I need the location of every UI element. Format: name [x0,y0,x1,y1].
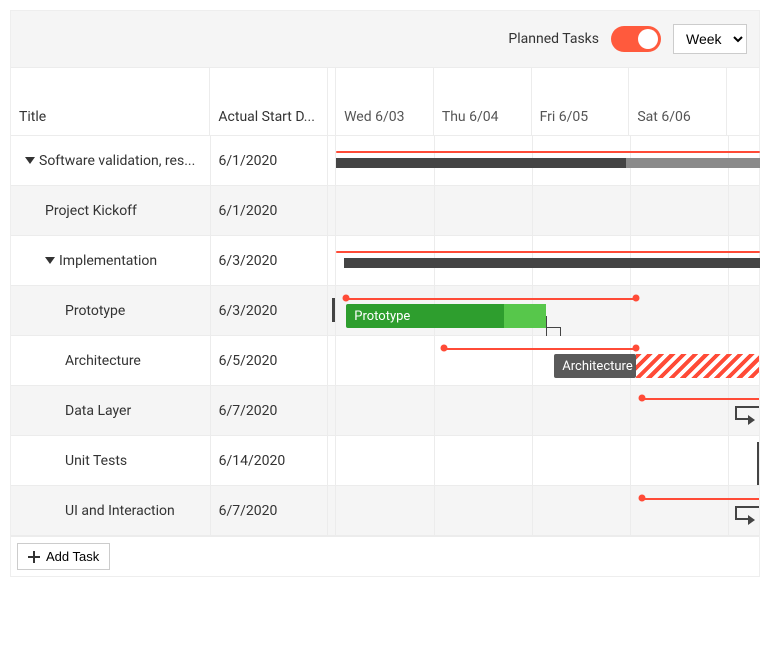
planned-tasks-toggle[interactable] [611,26,661,52]
task-date: 6/5/2020 [211,336,329,385]
task-title: Unit Tests [65,453,127,469]
add-task-button[interactable]: Add Task [17,543,110,570]
column-header-day-3: Sat 6/06 [629,68,727,135]
table-row[interactable]: Software validation, res... 6/1/2020 [11,136,759,186]
planned-tasks-label: Planned Tasks [508,31,599,47]
task-title: Implementation [59,253,157,269]
task-bar-prototype[interactable]: Prototype [346,304,546,328]
chevron-down-icon[interactable] [45,257,55,264]
task-title: Data Layer [65,403,131,419]
task-date: 6/7/2020 [211,386,329,435]
task-date: 6/3/2020 [211,236,329,285]
toolbar: Planned Tasks Week [11,11,759,67]
timeline-cell[interactable] [336,436,759,485]
table-row[interactable]: Data Layer 6/7/2020 [11,386,759,436]
task-title: Architecture [65,353,141,369]
table-row[interactable]: Prototype 6/3/2020 Prototype [11,286,759,336]
task-title: Project Kickoff [45,203,137,219]
timeline-cell[interactable] [336,186,759,235]
gantt-panel: Planned Tasks Week Title Actual Start D.… [10,10,760,577]
timeline-cell[interactable] [336,236,759,285]
table-row[interactable]: Implementation 6/3/2020 [11,236,759,286]
view-select[interactable]: Week [673,24,747,54]
task-date: 6/1/2020 [211,136,329,185]
column-header-day-edge [727,68,759,135]
chevron-down-icon[interactable] [25,157,35,164]
table-row[interactable]: Project Kickoff 6/1/2020 [11,186,759,236]
column-header-title: Title [11,68,210,135]
task-date: 6/7/2020 [211,486,329,535]
timeline-cell[interactable]: Prototype [336,286,759,335]
timeline-cell[interactable] [336,136,759,185]
column-header-date: Actual Start D... [210,68,328,135]
column-header-row: Title Actual Start D... Wed 6/03 Thu 6/0… [11,68,759,136]
task-date: 6/14/2020 [211,436,329,485]
task-title: Prototype [65,303,125,319]
column-header-day-2: Fri 6/05 [532,68,630,135]
column-header-day-0: Wed 6/03 [336,68,434,135]
task-bar-architecture[interactable]: Architecture [554,354,636,378]
task-title: UI and Interaction [65,503,175,519]
timeline-cell[interactable] [336,386,759,435]
timeline-cell[interactable] [336,486,759,535]
table-row[interactable]: Architecture 6/5/2020 Architecture [11,336,759,386]
task-bar-architecture-progress [636,354,759,378]
column-header-day-1: Thu 6/04 [434,68,532,135]
task-date: 6/3/2020 [211,286,329,335]
plus-icon [28,551,40,563]
table-row[interactable]: Unit Tests 6/14/2020 [11,436,759,486]
timeline-cell[interactable]: Architecture [336,336,759,385]
task-title: Software validation, res... [39,153,195,169]
task-date: 6/1/2020 [211,186,329,235]
grid-footer: Add Task [11,536,759,576]
table-row[interactable]: UI and Interaction 6/7/2020 [11,486,759,536]
gantt-grid: Title Actual Start D... Wed 6/03 Thu 6/0… [11,67,759,576]
